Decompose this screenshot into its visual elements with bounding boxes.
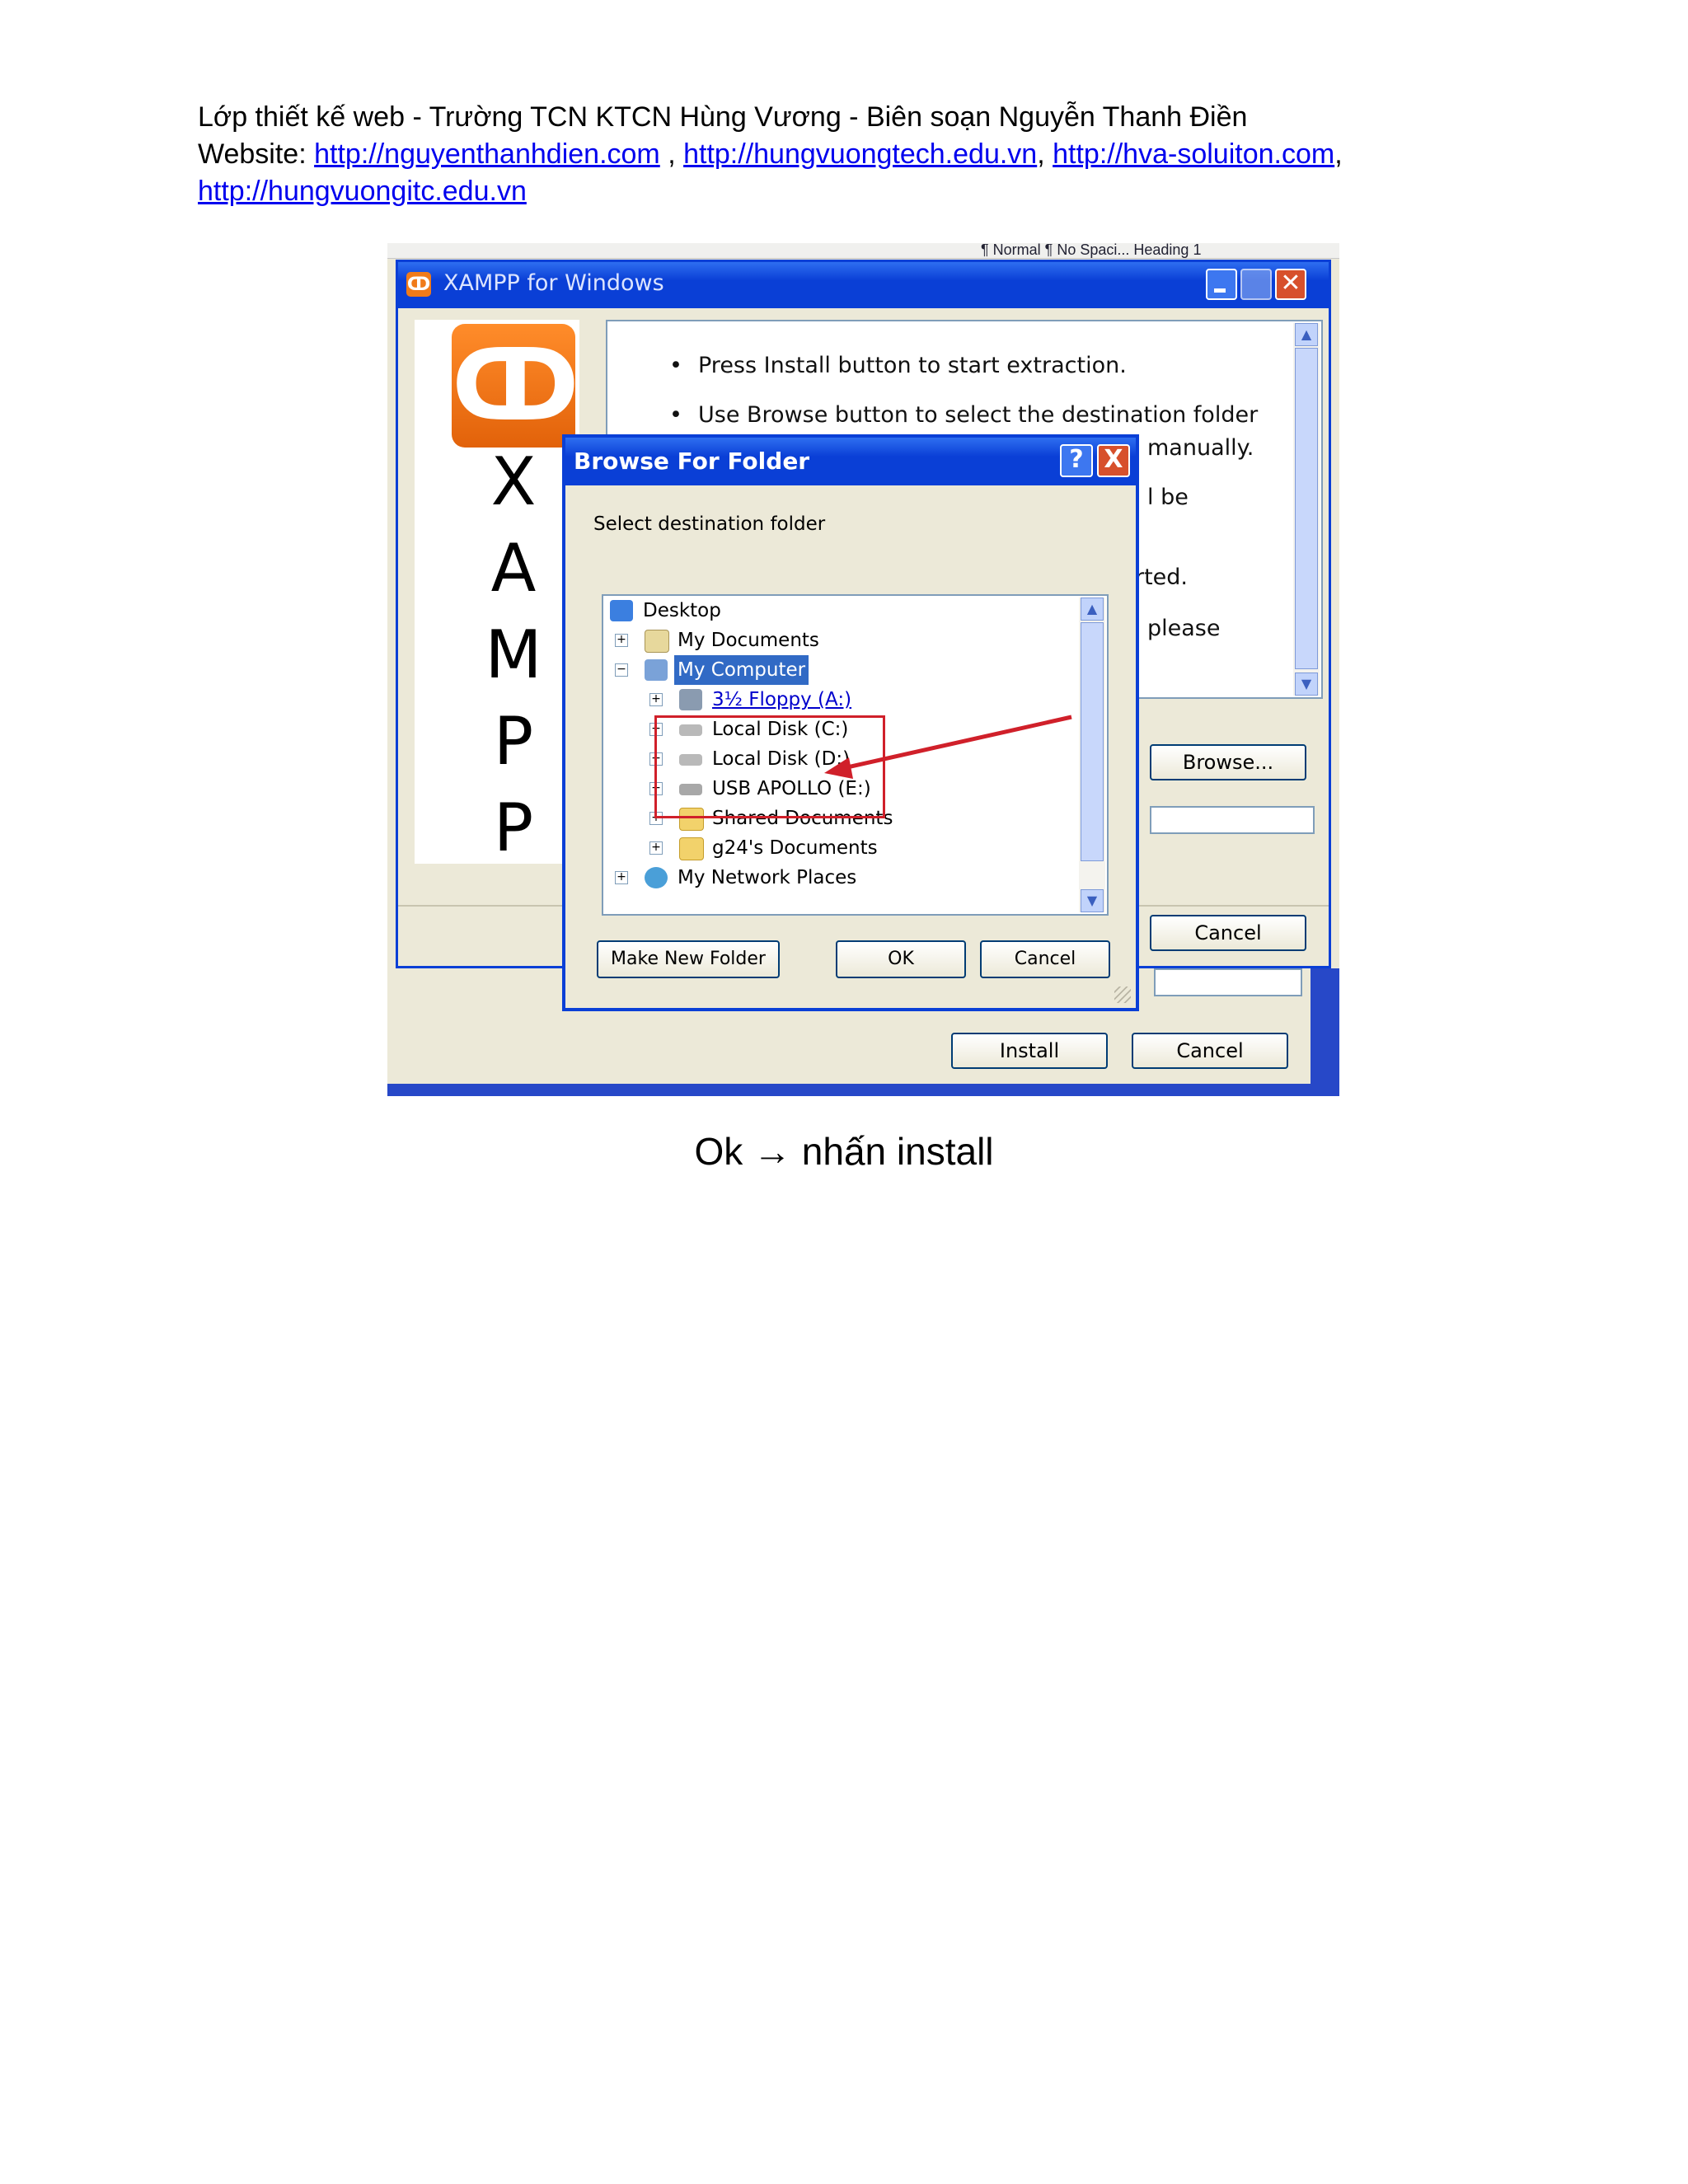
header-websites: Website: http://nguyenthanhdien.com , ht… <box>198 136 1517 173</box>
separator: , <box>1037 138 1053 170</box>
annotation-arrow-icon <box>824 715 1072 779</box>
document-header: Lớp thiết kế web - Trường TCN KTCN Hùng … <box>198 99 1517 210</box>
website-label: Website: <box>198 138 315 170</box>
link-hungvuongtech[interactable]: http://hungvuongtech.edu.vn <box>683 138 1037 170</box>
link-nguyenthanhdien[interactable]: http://nguyenthanhdien.com <box>314 138 660 170</box>
arrow-head <box>824 757 853 779</box>
separator: , <box>659 138 684 170</box>
separator: , <box>1334 138 1343 170</box>
link-hva-soluiton[interactable]: http://hva-soluiton.com <box>1053 138 1334 170</box>
caption: Ok → nhấn install <box>694 1130 994 1173</box>
header-title: Lớp thiết kế web - Trường TCN KTCN Hùng … <box>198 101 1248 133</box>
arrow-shaft <box>832 715 1072 773</box>
link-hungvuongitc[interactable]: http://hungvuongitc.edu.vn <box>198 176 527 207</box>
screenshot: ¶ Normal ¶ No Spaci... Heading 1 Install… <box>387 243 1339 1096</box>
